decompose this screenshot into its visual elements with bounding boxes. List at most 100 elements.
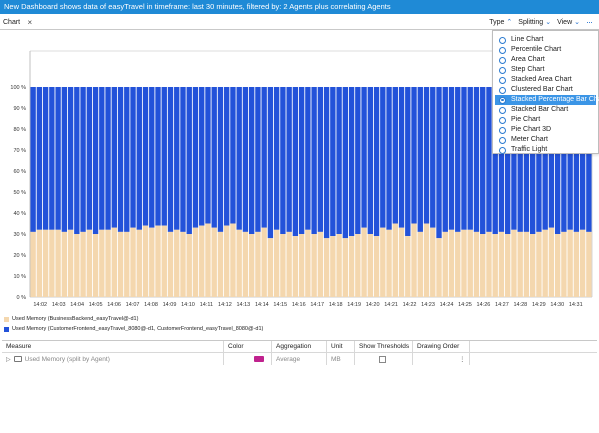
bar-businessbackend <box>161 225 167 297</box>
x-tick-label: 14:09 <box>163 302 177 308</box>
bar-businessbackend <box>124 231 130 297</box>
bar-businessbackend <box>74 234 80 297</box>
legend-item[interactable]: Used Memory (BusinessBackend_easyTravel@… <box>4 314 263 324</box>
bar-customerfrontend <box>199 87 205 226</box>
chart-type-option[interactable]: Area Chart <box>495 55 596 65</box>
chevron-up-icon: ⌃ <box>506 19 513 26</box>
bar-businessbackend <box>342 238 349 297</box>
chart-type-option[interactable]: Stacked Bar Chart <box>495 105 596 115</box>
bar-businessbackend <box>186 234 192 297</box>
chart-type-label: Step Chart <box>511 66 545 73</box>
x-tick-label: 14:08 <box>144 302 158 308</box>
bar-businessbackend <box>348 236 355 297</box>
bar-customerfrontend <box>217 87 224 232</box>
chart-type-option[interactable]: Clustered Bar Chart <box>495 85 596 95</box>
bar-businessbackend <box>224 225 230 297</box>
header-aggregation[interactable]: Aggregation <box>272 341 327 352</box>
bar-businessbackend <box>467 229 473 297</box>
chart-type-dropdown: Line Chart Percentile Chart Area Chart Step… <box>492 30 599 154</box>
bar-businessbackend <box>486 231 492 297</box>
bar-customerfrontend <box>380 87 386 228</box>
chart-type-option[interactable]: Step Chart <box>495 65 596 75</box>
splitting-label: Splitting <box>518 19 544 26</box>
x-tick-label: 14:07 <box>126 302 140 308</box>
bar-businessbackend <box>536 231 542 297</box>
show-thresholds-checkbox[interactable] <box>379 355 386 363</box>
chevron-down-icon: ⌄ <box>545 19 552 26</box>
bar-customerfrontend <box>99 87 105 230</box>
drawing-order-cell[interactable]: ⋮ <box>413 353 470 365</box>
bar-businessbackend <box>523 231 530 297</box>
bar-businessbackend <box>554 234 561 297</box>
measure-cell: ▷ Used Memory (split by Agent) <box>2 353 224 365</box>
chart-type-option[interactable]: Stacked Percentage Bar Chart <box>495 95 599 105</box>
table-row[interactable]: ▷ Used Memory (split by Agent) Average M… <box>2 353 597 365</box>
chart-type-option[interactable]: Percentile Chart <box>495 45 596 55</box>
bar-customerfrontend <box>373 87 380 237</box>
header-drawing-order[interactable]: Drawing Order <box>413 341 470 352</box>
bar-businessbackend <box>436 238 442 297</box>
y-tick-label: 30 % <box>13 232 26 238</box>
bar-businessbackend <box>586 231 592 297</box>
chart-type-label: Meter Chart <box>511 136 548 143</box>
bar-customerfrontend <box>430 87 436 228</box>
bar-businessbackend <box>111 227 117 297</box>
bar-businessbackend <box>230 223 236 297</box>
chart-type-option[interactable]: Line Chart <box>495 35 596 45</box>
header-show-thresholds[interactable]: Show Thresholds <box>355 341 413 352</box>
x-tick-label: 14:31 <box>569 302 583 308</box>
bar-businessbackend <box>417 231 423 297</box>
drag-handle-icon[interactable]: ⋮ <box>459 355 466 363</box>
bar-businessbackend <box>217 231 224 297</box>
color-cell[interactable] <box>224 353 272 365</box>
bar-businessbackend <box>505 234 511 297</box>
x-tick-label: 14:26 <box>477 302 491 308</box>
radio-icon <box>499 116 506 124</box>
x-tick-label: 14:19 <box>347 302 361 308</box>
bar-businessbackend <box>398 227 405 297</box>
header-color[interactable]: Color <box>224 341 272 352</box>
close-icon[interactable]: × <box>27 17 32 29</box>
bar-businessbackend <box>492 234 498 297</box>
bar-businessbackend <box>61 231 68 297</box>
bar-customerfrontend <box>311 87 317 234</box>
expand-arrow-icon[interactable]: ▷ <box>6 356 11 363</box>
aggregation-cell[interactable]: Average <box>272 353 327 365</box>
chart-type-option[interactable]: Meter Chart <box>495 135 596 145</box>
chart-type-option[interactable]: Stacked Area Chart <box>495 75 596 85</box>
y-tick-label: 80 % <box>13 127 26 133</box>
splitting-menu-button[interactable]: Splitting ⌄ <box>515 16 554 29</box>
bar-customerfrontend <box>355 87 361 234</box>
tab-chart[interactable]: Chart × <box>3 17 32 29</box>
unit-cell[interactable]: MB <box>327 353 355 365</box>
x-tick-label: 14:24 <box>440 302 454 308</box>
legend-swatch <box>4 316 9 322</box>
more-options-button[interactable]: ··· <box>583 16 595 29</box>
bar-customerfrontend <box>92 87 99 234</box>
radio-icon <box>499 86 506 94</box>
header-unit[interactable]: Unit <box>327 341 355 352</box>
legend-item[interactable]: Used Memory (CustomerFrontend_easyTravel… <box>4 324 263 334</box>
radio-icon <box>499 56 506 64</box>
bar-customerfrontend <box>236 87 242 230</box>
bar-customerfrontend <box>330 87 336 237</box>
bar-businessbackend <box>192 227 199 297</box>
chart-type-label: Stacked Area Chart <box>511 76 572 83</box>
view-menu-button[interactable]: View ⌄ <box>554 16 583 29</box>
chart-type-option[interactable]: Pie Chart 3D <box>495 125 596 135</box>
type-menu-button[interactable]: Type ⌃ <box>486 16 515 29</box>
bar-customerfrontend <box>74 87 80 234</box>
bar-customerfrontend <box>67 87 74 230</box>
color-swatch[interactable] <box>254 356 264 362</box>
bar-customerfrontend <box>142 87 149 226</box>
header-measure[interactable]: Measure <box>2 341 224 352</box>
bar-businessbackend <box>255 231 261 297</box>
bar-customerfrontend <box>486 87 492 232</box>
x-tick-label: 14:12 <box>218 302 232 308</box>
chart-type-label: Line Chart <box>511 36 544 43</box>
title-bar: New Dashboard shows data of easyTravel i… <box>0 0 599 14</box>
bar-businessbackend <box>305 229 311 297</box>
bar-customerfrontend <box>367 87 374 234</box>
chart-type-option[interactable]: Traffic Light <box>495 145 596 155</box>
chart-type-option[interactable]: Pie Chart <box>495 115 596 125</box>
